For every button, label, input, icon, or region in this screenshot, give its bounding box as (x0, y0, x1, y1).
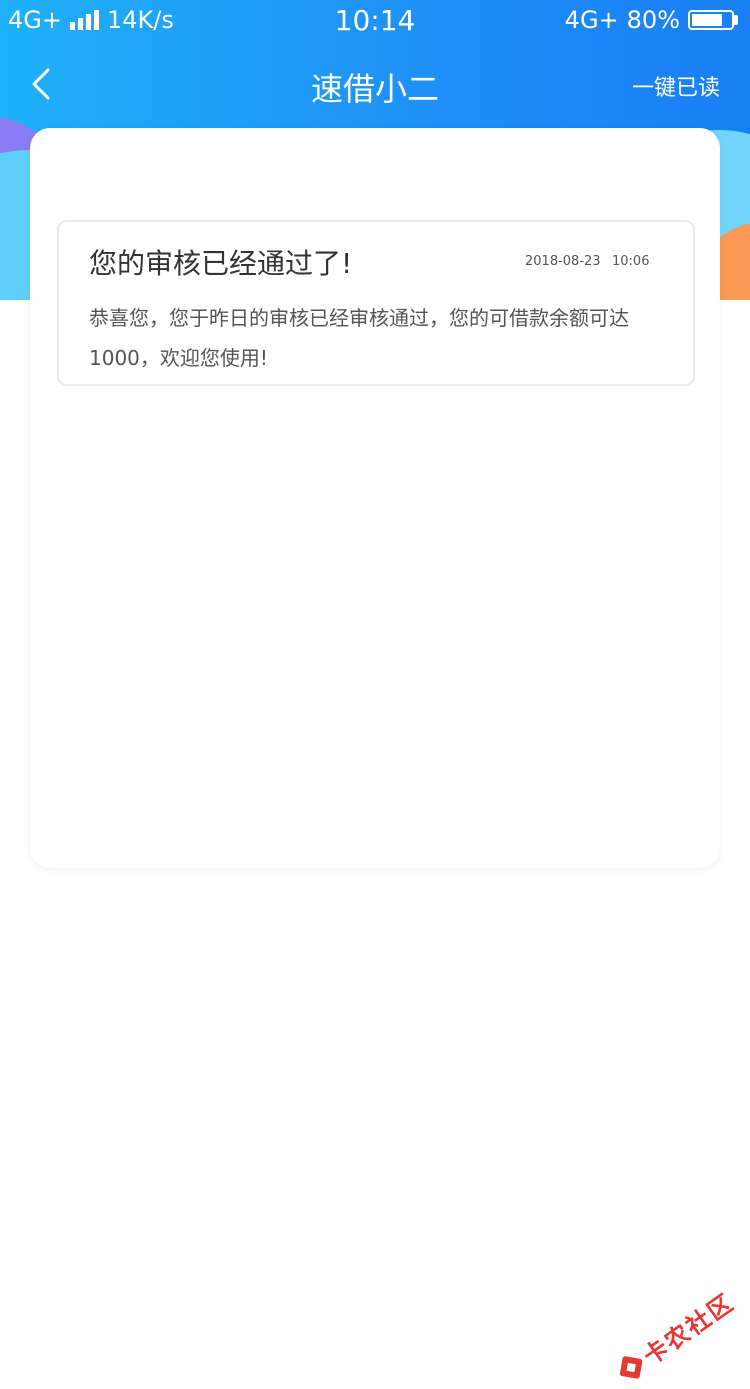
watermark: 卡农社区 (610, 1283, 740, 1389)
mark-all-read-button[interactable]: 一键已读 (632, 70, 720, 102)
message-card[interactable]: 您的审核已经通过了! 2018-08-23 10:06 恭喜您，您于昨日的审核已… (57, 220, 695, 386)
message-time: 10:06 (612, 254, 650, 269)
message-date: 2018-08-23 (525, 254, 601, 269)
battery-fill (692, 14, 723, 26)
message-body: 恭喜您，您于昨日的审核已经审核通过，您的可借款余额可达 1000，欢迎您使用! (89, 306, 629, 370)
message-list-panel: 您的审核已经通过了! 2018-08-23 10:06 恭喜您，您于昨日的审核已… (30, 128, 720, 868)
battery-body (688, 10, 734, 30)
nav-bar: 速借小二 一键已读 (0, 48, 750, 128)
battery-percent: 80% (626, 6, 680, 34)
battery-icon (688, 10, 738, 30)
network-type-right: 4G+ (564, 6, 619, 34)
status-bar: 4G+ 14K/s 10:14 4G+ 80% (0, 0, 750, 40)
message-title: 您的审核已经通过了! (89, 247, 353, 280)
battery-nub (734, 15, 738, 25)
watermark-text: 卡农社区 (638, 1288, 740, 1371)
status-right: 4G+ 80% (565, 6, 738, 34)
